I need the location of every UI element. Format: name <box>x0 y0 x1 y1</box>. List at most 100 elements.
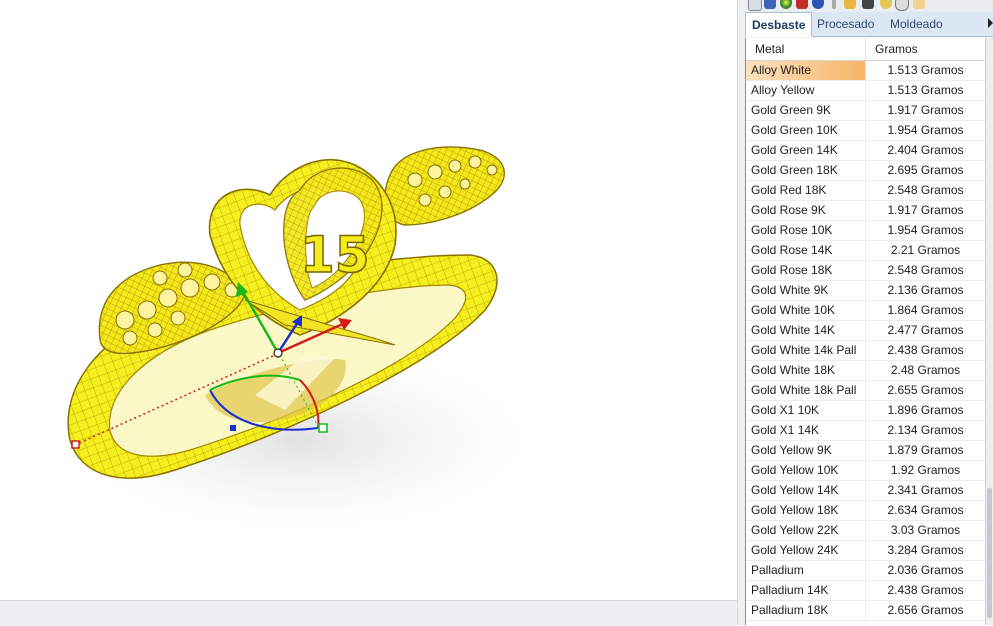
metal-cell[interactable]: Gold Rose 18K <box>746 261 866 280</box>
table-row[interactable]: Alloy White 1.513 Gramos <box>746 61 986 81</box>
table-row[interactable]: Gold X1 14K 2.134 Gramos <box>746 421 986 441</box>
clock-icon[interactable] <box>895 0 909 11</box>
gramos-cell[interactable]: 2.438 Gramos <box>866 581 986 600</box>
gramos-cell[interactable]: 1.954 Gramos <box>866 221 986 240</box>
metal-cell[interactable]: Gold White 9K <box>746 281 866 300</box>
gramos-cell[interactable]: 2.134 Gramos <box>866 421 986 440</box>
metal-cell[interactable]: Alloy Yellow <box>746 81 866 100</box>
image-icon[interactable] <box>764 0 776 9</box>
pen-icon[interactable] <box>832 0 836 9</box>
metal-cell[interactable]: Gold Yellow 9K <box>746 441 866 460</box>
table-row[interactable]: Gold Rose 14K 2.21 Gramos <box>746 241 986 261</box>
home-icon[interactable] <box>748 0 762 11</box>
gramos-cell[interactable]: 1.513 Gramos <box>866 81 986 100</box>
gramos-cell[interactable]: 1.896 Gramos <box>866 401 986 420</box>
tab-moldeado[interactable]: Moldeado <box>884 12 949 36</box>
table-row[interactable]: Gold White 14k Pall 2.438 Gramos <box>746 341 986 361</box>
gramos-cell[interactable]: 2.634 Gramos <box>866 501 986 520</box>
document-icon[interactable] <box>913 0 925 9</box>
gramos-cell[interactable]: 1.864 Gramos <box>866 301 986 320</box>
tab-scroll-right-icon[interactable] <box>988 18 993 28</box>
gumball-origin[interactable] <box>273 348 283 358</box>
gumball-scale-handle[interactable] <box>318 423 328 433</box>
metal-cell[interactable]: Gold Rose 10K <box>746 221 866 240</box>
metal-cell[interactable]: Palladium 14K <box>746 581 866 600</box>
gramos-cell[interactable]: 1.513 Gramos <box>866 61 986 80</box>
table-row[interactable]: Palladium 2.036 Gramos <box>746 561 986 581</box>
gramos-cell[interactable]: 2.404 Gramos <box>866 141 986 160</box>
metal-cell[interactable]: Gold White 14K <box>746 321 866 340</box>
column-header-gramos[interactable]: Gramos <box>866 38 986 60</box>
gramos-cell[interactable]: 2.656 Gramos <box>866 601 986 620</box>
gramos-cell[interactable]: 2.655 Gramos <box>866 381 986 400</box>
metal-cell[interactable]: Gold Yellow 10K <box>746 461 866 480</box>
table-row[interactable]: Gold White 9K 2.136 Gramos <box>746 281 986 301</box>
tab-procesado[interactable]: Procesado <box>811 12 880 36</box>
metal-cell[interactable]: Alloy White <box>746 61 866 80</box>
star-icon[interactable] <box>880 0 892 9</box>
table-row[interactable]: Gold White 14K 2.477 Gramos <box>746 321 986 341</box>
gramos-cell[interactable]: 1.92 Gramos <box>866 461 986 480</box>
gumball-z-handle[interactable] <box>230 425 236 431</box>
gramos-cell[interactable]: 2.548 Gramos <box>866 261 986 280</box>
gramos-cell[interactable]: 2.036 Gramos <box>866 561 986 580</box>
table-row[interactable]: Gold White 18k Pall 2.655 Gramos <box>746 381 986 401</box>
gramos-cell[interactable]: 3.03 Gramos <box>866 521 986 540</box>
metal-cell[interactable]: Gold Rose 9K <box>746 201 866 220</box>
table-row[interactable]: Gold Yellow 22K 3.03 Gramos <box>746 521 986 541</box>
table-row[interactable]: Gold Yellow 18K 2.634 Gramos <box>746 501 986 521</box>
metal-cell[interactable]: Gold Yellow 14K <box>746 481 866 500</box>
table-row[interactable]: Gold Green 14K 2.404 Gramos <box>746 141 986 161</box>
gramos-cell[interactable]: 2.21 Gramos <box>866 241 986 260</box>
metal-cell[interactable]: Gold X1 14K <box>746 421 866 440</box>
camera-icon[interactable] <box>862 0 874 9</box>
table-row[interactable]: Gold White 18K 2.48 Gramos <box>746 361 986 381</box>
metal-cell[interactable]: Gold Rose 14K <box>746 241 866 260</box>
metal-cell[interactable]: Gold Green 9K <box>746 101 866 120</box>
table-row[interactable]: Gold Rose 10K 1.954 Gramos <box>746 221 986 241</box>
metal-cell[interactable]: Gold Yellow 18K <box>746 501 866 520</box>
metal-cell[interactable]: Gold Green 14K <box>746 141 866 160</box>
table-row[interactable]: Gold Rose 9K 1.917 Gramos <box>746 201 986 221</box>
metal-cell[interactable]: Gold Red 18K <box>746 181 866 200</box>
table-scrollbar[interactable] <box>985 38 993 625</box>
gramos-cell[interactable]: 2.438 Gramos <box>866 341 986 360</box>
metal-cell[interactable]: Gold Green 18K <box>746 161 866 180</box>
gramos-cell[interactable]: 1.879 Gramos <box>866 441 986 460</box>
column-header-metal[interactable]: Metal <box>746 38 866 60</box>
gramos-cell[interactable]: 2.341 Gramos <box>866 481 986 500</box>
gramos-cell[interactable]: 1.917 Gramos <box>866 201 986 220</box>
gramos-cell[interactable]: 1.954 Gramos <box>866 121 986 140</box>
table-row[interactable]: Gold Yellow 14K 2.341 Gramos <box>746 481 986 501</box>
gramos-cell[interactable]: 2.548 Gramos <box>866 181 986 200</box>
table-row[interactable]: Gold Green 9K 1.917 Gramos <box>746 101 986 121</box>
table-row[interactable]: Gold Yellow 24K 3.284 Gramos <box>746 541 986 561</box>
metal-cell[interactable]: Gold X1 10K <box>746 401 866 420</box>
metal-cell[interactable]: Gold Yellow 22K <box>746 521 866 540</box>
tab-desbaste[interactable]: Desbaste <box>745 12 813 37</box>
metal-cell[interactable]: Gold White 18K <box>746 361 866 380</box>
table-row[interactable]: Gold Green 18K 2.695 Gramos <box>746 161 986 181</box>
table-row[interactable]: Gold Green 10K 1.954 Gramos <box>746 121 986 141</box>
metal-cell[interactable]: Palladium <box>746 561 866 580</box>
metal-cell[interactable]: Palladium 18K <box>746 601 866 620</box>
shield-icon[interactable] <box>796 0 808 9</box>
globe-icon[interactable] <box>812 0 824 9</box>
gramos-cell[interactable]: 2.48 Gramos <box>866 361 986 380</box>
gramos-cell[interactable]: 2.136 Gramos <box>866 281 986 300</box>
table-row[interactable]: Gold Yellow 10K 1.92 Gramos <box>746 461 986 481</box>
metal-cell[interactable]: Gold White 14k Pall <box>746 341 866 360</box>
metal-cell[interactable]: Gold Green 10K <box>746 121 866 140</box>
table-row[interactable]: Palladium 18K 2.656 Gramos <box>746 601 986 621</box>
gramos-cell[interactable]: 2.477 Gramos <box>866 321 986 340</box>
folder-icon[interactable] <box>844 0 856 9</box>
gramos-cell[interactable]: 3.284 Gramos <box>866 541 986 560</box>
metal-cell[interactable]: Gold Yellow 24K <box>746 541 866 560</box>
table-row[interactable]: Gold Yellow 9K 1.879 Gramos <box>746 441 986 461</box>
table-row[interactable]: Gold Red 18K 2.548 Gramos <box>746 181 986 201</box>
metal-cell[interactable]: Gold White 10K <box>746 301 866 320</box>
table-row[interactable]: Gold X1 10K 1.896 Gramos <box>746 401 986 421</box>
gumball-corner-handle[interactable] <box>71 440 80 449</box>
table-row[interactable]: Palladium 14K 2.438 Gramos <box>746 581 986 601</box>
gramos-cell[interactable]: 1.917 Gramos <box>866 101 986 120</box>
